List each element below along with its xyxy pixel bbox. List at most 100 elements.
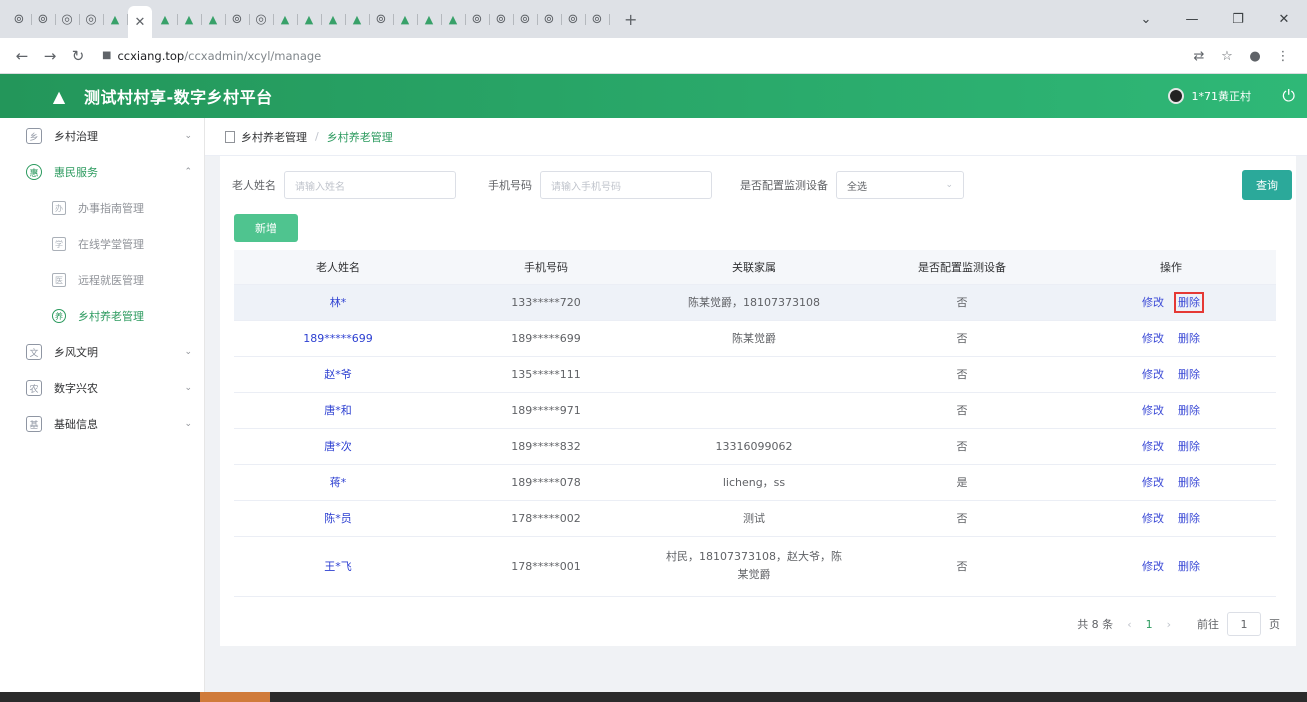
name-search-input[interactable]: 请输入姓名 [284,171,456,199]
family-text: 村民，18107373108，赵大爷，陈某觉爵 [666,550,842,581]
delete-button[interactable]: 删除 [1178,476,1200,489]
edit-button[interactable]: 修改 [1142,512,1164,525]
cell-actions: 修改 删除 [1066,284,1276,321]
sidebar-item-basic-info[interactable]: 基 基础信息 ⌄ [0,406,204,442]
table-row: 唐*次 189*****832 13316099062 否 修改 删除 [234,428,1276,465]
delete-button[interactable]: 删除 [1178,368,1200,381]
delete-button[interactable]: 删除 [1178,512,1200,525]
browser-tab[interactable]: ▲ [154,8,178,30]
browser-tab[interactable]: ▲ [178,8,202,30]
browser-tab[interactable]: ⊚ [514,8,538,30]
breadcrumb: 乡村养老管理 / 乡村养老管理 [205,118,1307,156]
reload-icon[interactable]: ↻ [64,47,92,65]
menu-icon[interactable]: ⋮ [1269,49,1297,64]
browser-tab[interactable]: ⊚ [466,8,490,30]
add-button[interactable]: 新增 [234,214,298,242]
device-select[interactable]: 全选 ⌄ [836,171,964,199]
edit-button[interactable]: 修改 [1142,296,1164,309]
table-row: 王*飞 178*****001 村民，18107373108，赵大爷，陈某觉爵否修改… [234,536,1276,597]
document-icon [225,130,235,143]
browser-tab[interactable]: ▲ [442,8,466,30]
table-row: 赵*爷 135*****111 否 修改 删除 [234,356,1276,393]
forward-icon[interactable]: → [36,47,64,65]
star-icon[interactable]: ☆ [1213,49,1241,64]
new-tab-icon[interactable]: + [624,10,637,29]
logout-icon[interactable]: ⏻ [1282,74,1295,118]
minimize-icon[interactable]: — [1169,12,1215,27]
address-bar: ← → ↻ ■ ccxiang.top/ccxadmin/xcyl/manage… [0,38,1307,74]
edit-button[interactable]: 修改 [1142,332,1164,345]
cell-actions: 修改 删除 [1066,500,1276,537]
browser-tab[interactable]: ⊚ [586,8,610,30]
tab-close-icon[interactable]: ✕ [128,6,152,38]
url-field[interactable]: ■ ccxiang.top/ccxadmin/xcyl/manage [102,49,321,63]
edit-button[interactable]: 修改 [1142,440,1164,453]
browser-tab[interactable]: ⊚ [226,8,250,30]
delete-button[interactable]: 删除 [1178,440,1200,453]
chevron-down-icon: ⌄ [184,131,192,141]
sidebar-subitem-telemedicine[interactable]: 医 远程就医管理 [0,262,204,298]
goto-page-input[interactable]: 1 [1227,612,1261,636]
browser-tab[interactable]: ▲ [274,8,298,30]
sidebar-subitem-classroom[interactable]: 学 在线学堂管理 [0,226,204,262]
sidebar-subitem-guide[interactable]: 办 办事指南管理 [0,190,204,226]
browser-tab[interactable]: ▲ [104,8,128,30]
browser-tab[interactable]: ▲ [202,8,226,30]
filter-bar: 老人姓名 请输入姓名 手机号码 请输入手机号码 是否配置监测设备 全选 ⌄ 查询 [232,170,1292,200]
prev-page-icon[interactable]: ‹ [1127,618,1131,631]
browser-tab[interactable]: ▲ [418,8,442,30]
delete-button[interactable]: 删除 [1178,404,1200,417]
sidebar-item-public-service[interactable]: 惠 惠民服务 ⌃ [0,154,204,190]
family-text: 13316099062 [715,439,793,453]
browser-tab[interactable]: ⊚ [370,8,394,30]
phone-filter-label: 手机号码 [488,179,532,192]
sidebar-item-digital-agriculture[interactable]: 农 数字兴农 ⌄ [0,370,204,406]
sidebar-item-civilization[interactable]: 文 乡风文明 ⌄ [0,334,204,370]
edit-button[interactable]: 修改 [1142,368,1164,381]
sidebar-item-village-governance[interactable]: 乡 乡村治理 ⌄ [0,118,204,154]
browser-tab[interactable]: ⊚ [562,8,586,30]
translate-icon[interactable]: ⇄ [1185,49,1213,64]
browser-tab[interactable]: ▲ [346,8,370,30]
edit-button[interactable]: 修改 [1142,476,1164,489]
tab-search-icon[interactable]: ⌄ [1123,12,1169,27]
delete-button[interactable]: 删除 [1174,292,1204,313]
browser-tab[interactable]: ⊚ [8,8,32,30]
cell-family: 陈某觉爵，18107373108 [650,284,858,321]
delete-button[interactable]: 删除 [1178,332,1200,345]
name-placeholder: 请输入姓名 [295,181,345,193]
profile-icon[interactable]: ● [1241,49,1269,64]
browser-tab[interactable]: ▲ [298,8,322,30]
edit-button[interactable]: 修改 [1142,560,1164,573]
governance-icon: 乡 [26,128,42,144]
cell-family [650,392,858,429]
cell-actions: 修改 删除 [1066,320,1276,357]
browser-tab[interactable]: ⊚ [32,8,56,30]
sidebar-subitem-elderly-care[interactable]: 养 乡村养老管理 [0,298,204,334]
taskbar-app[interactable] [200,692,270,702]
delete-button[interactable]: 删除 [1178,560,1200,573]
browser-tab[interactable]: ⊚ [538,8,562,30]
breadcrumb-parent[interactable]: 乡村养老管理 [241,129,307,145]
next-page-icon[interactable]: › [1167,618,1171,631]
phone-search-input[interactable]: 请输入手机号码 [540,171,712,199]
query-button[interactable]: 查询 [1242,170,1292,200]
edit-button[interactable]: 修改 [1142,404,1164,417]
browser-tab[interactable]: ◎ [56,8,80,30]
browser-tab[interactable]: ◎ [250,8,274,30]
chevron-down-icon: ⌄ [184,383,192,393]
back-icon[interactable]: ← [8,47,36,65]
restore-icon[interactable]: ❐ [1215,12,1261,27]
url-host: ccxiang.top [117,48,185,63]
village-logo-icon: ▲ [52,86,66,106]
page-number[interactable]: 1 [1146,618,1153,631]
user-menu[interactable]: 1*71黄正村 [1167,74,1251,118]
browser-tab[interactable]: ⊚ [490,8,514,30]
browser-tab[interactable]: ▲ [322,8,346,30]
elderly-care-icon: 养 [52,309,66,323]
table-body: 林* 133*****720 陈某觉爵，18107373108 否修改 删除 189***… [234,284,1276,597]
browser-tab[interactable]: ◎ [80,8,104,30]
browser-tab[interactable]: ▲ [394,8,418,30]
cell-device: 否 [858,428,1066,465]
close-window-icon[interactable]: ✕ [1261,12,1307,27]
